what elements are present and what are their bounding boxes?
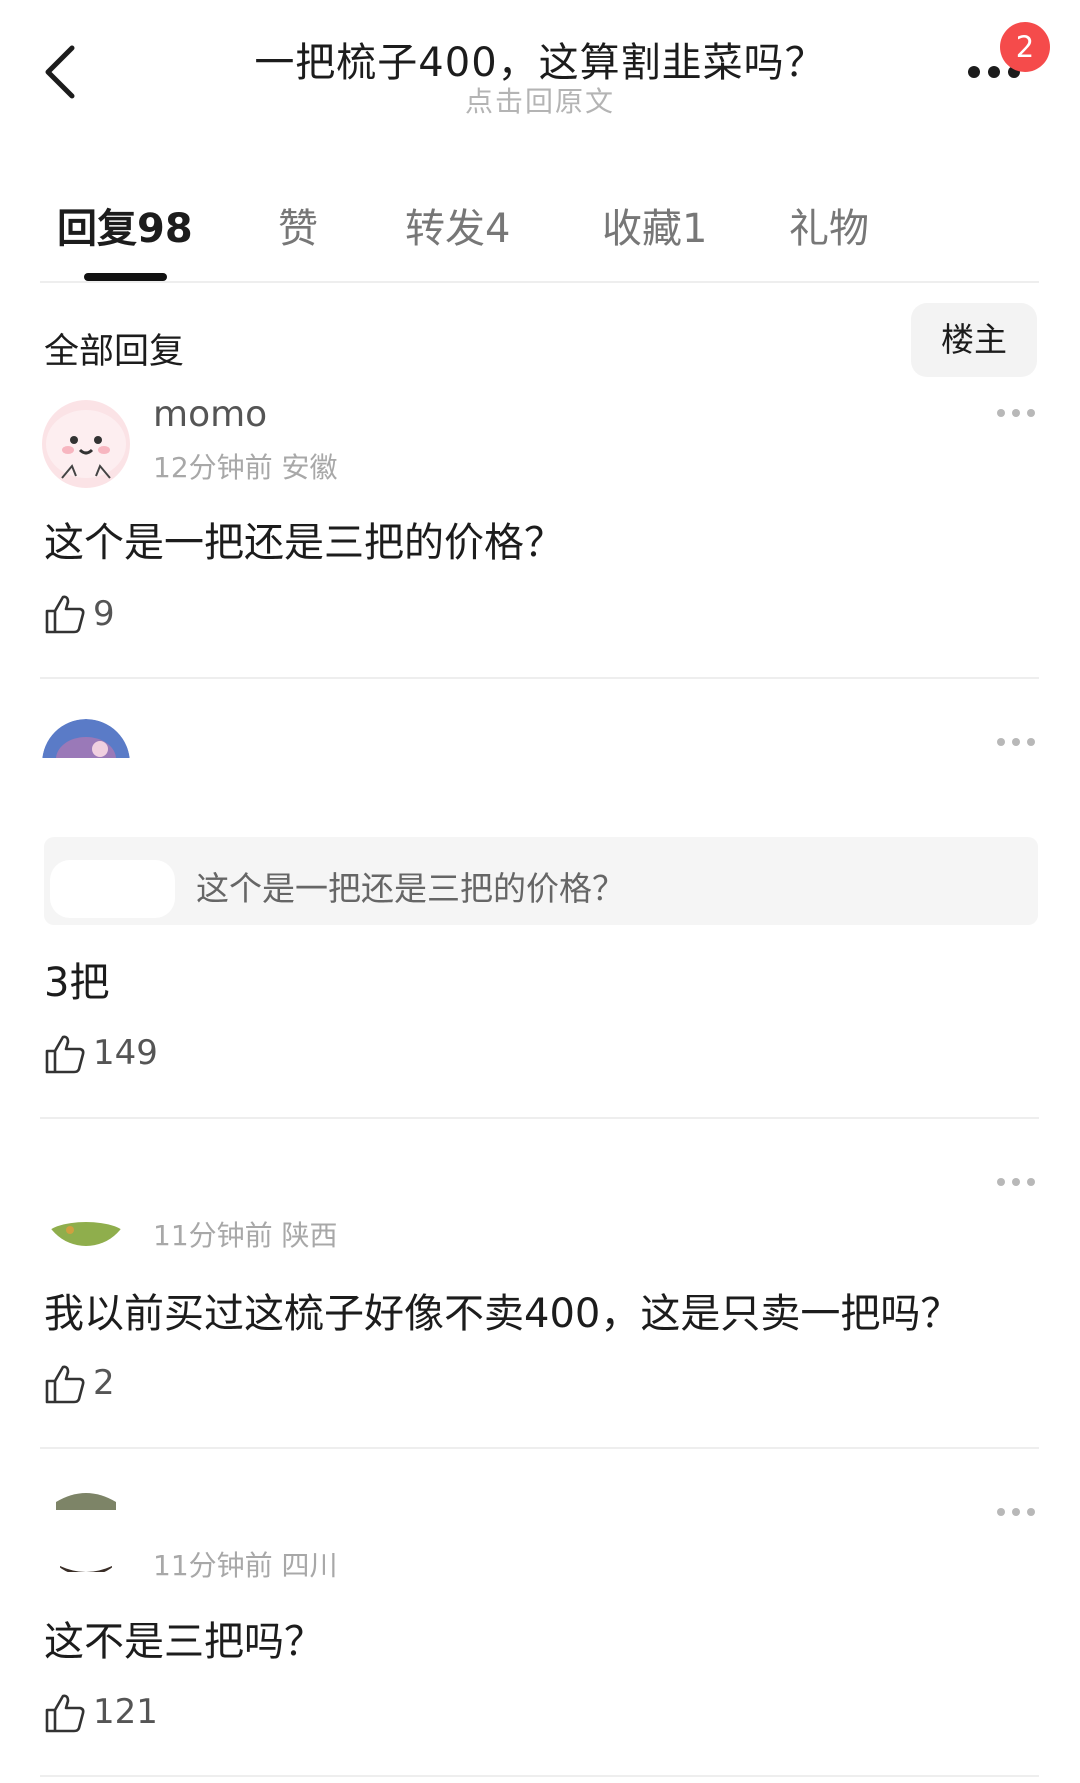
- thumbs-up-icon[interactable]: [44, 593, 86, 635]
- photo-avatar-icon: [56, 1493, 116, 1572]
- active-tab-indicator: [84, 273, 167, 281]
- like-count: 149: [93, 1033, 158, 1073]
- op-only-filter-button[interactable]: 楼主: [911, 303, 1037, 377]
- comment-more-icon[interactable]: [995, 407, 1037, 419]
- comment-text: 这个是一把还是三把的价格？: [44, 520, 564, 566]
- tab-reposts[interactable]: 转发4: [405, 196, 510, 254]
- comment-meta: 12分钟前 安徽: [153, 451, 338, 484]
- tab-replies[interactable]: 回复98: [57, 196, 193, 254]
- comment-divider: [40, 677, 1039, 679]
- tabs-divider: [40, 281, 1039, 283]
- thumbs-up-icon[interactable]: [44, 1033, 86, 1075]
- comment-text: 3把: [44, 960, 110, 1006]
- comment-divider: [40, 1447, 1039, 1449]
- like-count: 121: [93, 1692, 158, 1732]
- comment-meta: 11分钟前 四川: [153, 1549, 338, 1582]
- avatar[interactable]: [42, 400, 130, 488]
- notification-badge: 2: [1000, 22, 1050, 72]
- back-to-original-link[interactable]: 点击回原文: [0, 80, 1080, 120]
- all-replies-heading: 全部回复: [44, 332, 185, 372]
- comment-text: 这不是三把吗？: [44, 1619, 324, 1665]
- like-count: 9: [93, 594, 115, 634]
- comment-username[interactable]: momo: [153, 394, 267, 435]
- thumbs-up-icon[interactable]: [44, 1363, 86, 1405]
- comment-more-icon[interactable]: [995, 1176, 1037, 1188]
- comment-divider: [40, 1775, 1039, 1777]
- avatar[interactable]: [42, 1158, 130, 1246]
- tab-likes[interactable]: 赞: [278, 196, 318, 254]
- comment-more-icon[interactable]: [995, 736, 1037, 748]
- comment-text: 我以前买过这梳子好像不卖400，这是只卖一把吗？: [44, 1291, 961, 1337]
- redaction-patch: [50, 860, 175, 918]
- tab-favorites[interactable]: 收藏1: [602, 196, 707, 254]
- comment-divider: [40, 1117, 1039, 1119]
- avatar[interactable]: [42, 1488, 130, 1576]
- comment-meta: 11分钟前 陕西: [153, 1219, 338, 1252]
- thumbs-up-icon[interactable]: [44, 1692, 86, 1734]
- comment-more-icon[interactable]: [995, 1506, 1037, 1518]
- cartoon-avatar-icon: [46, 410, 126, 479]
- quoted-reply-text: 这个是一把还是三把的价格？: [196, 869, 625, 908]
- like-count: 2: [93, 1363, 115, 1403]
- photo-avatar-icon: [46, 1222, 126, 1246]
- redaction-patch: [0, 758, 420, 818]
- tab-gifts[interactable]: 礼物: [789, 196, 869, 254]
